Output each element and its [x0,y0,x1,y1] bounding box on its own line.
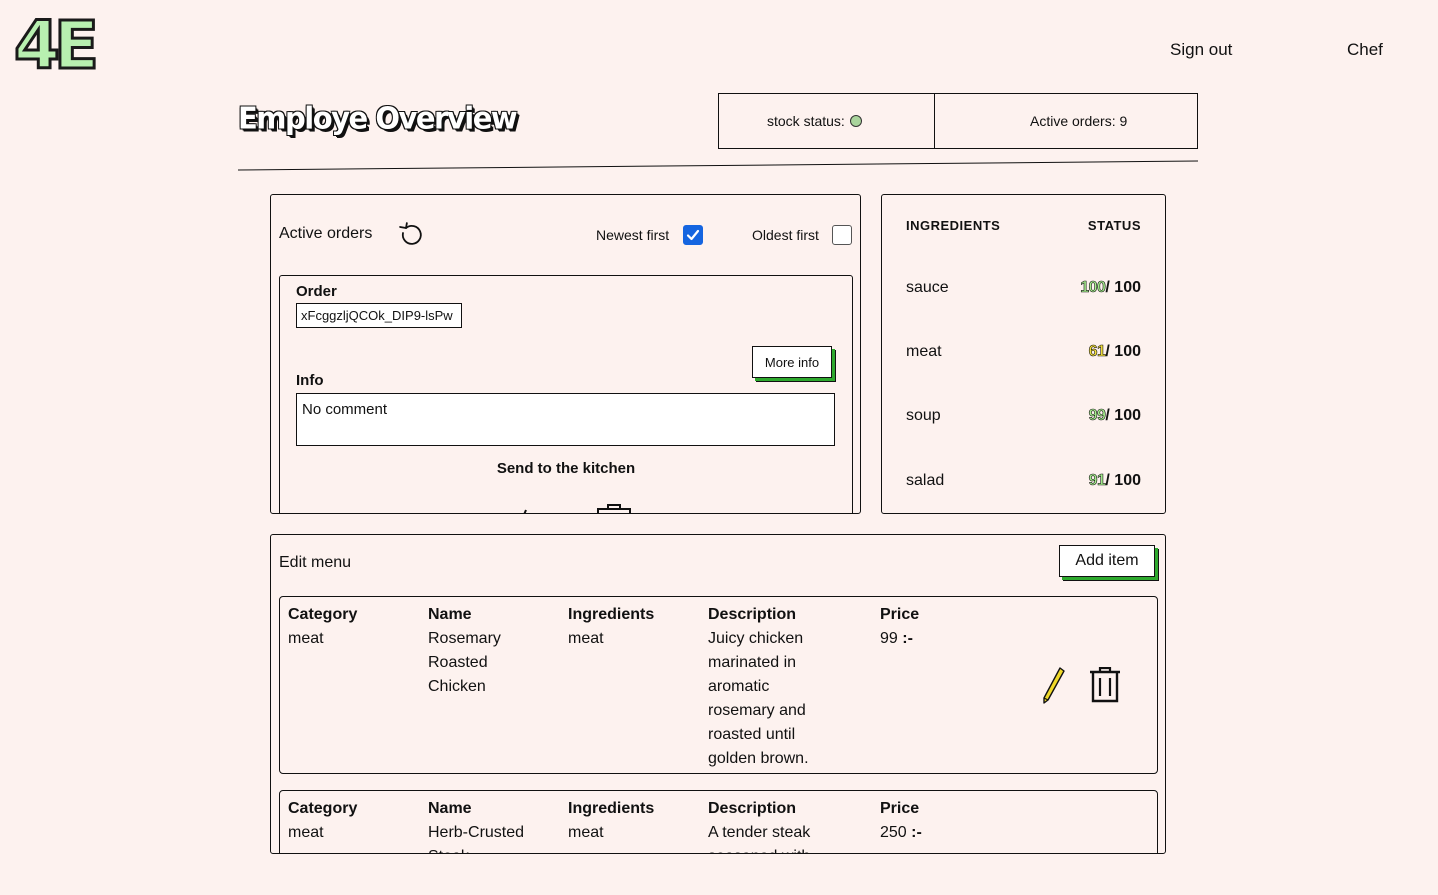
status-header: STATUS [1087,218,1141,233]
description-header: Description [708,800,797,817]
ingredient-stock: 99/ 100 [1088,407,1141,425]
logo-4e: 4E [14,10,100,74]
order-action-icons [523,504,631,513]
trash-icon[interactable] [1088,667,1122,703]
stock-status-label: stock status: [767,113,845,129]
order-id-field[interactable]: xFcggzljQCOk_DIP9-lsPw [296,303,462,328]
ingredient-name: salad [906,472,945,489]
send-to-kitchen-button[interactable]: Send to the kitchen [280,460,852,477]
newest-first-checkbox[interactable] [683,225,703,245]
item-category: meat [288,824,324,841]
pencil-icon[interactable] [1038,665,1068,705]
name-header: Name [428,800,472,817]
stock-level: 91 [1088,472,1106,490]
category-header: Category [288,800,358,817]
page-title: Employe Overview [238,100,518,136]
ingredient-row-salad: salad 91/ 100 [906,470,1141,492]
item-ingredients: meat [568,630,604,647]
price-value: 99 [880,630,898,647]
oldest-first-label: Oldest first [752,227,819,243]
price-currency: :- [911,824,922,841]
item-name: Rosemary Roasted Chicken [428,630,501,695]
category-header: Category [288,606,358,623]
info-label: Info [296,372,324,389]
ingredient-stock: 91/ 100 [1088,472,1141,490]
edit-menu-panel: Edit menu Add item Category meat Name Rose… [270,534,1166,854]
stock-max: / 100 [1105,407,1141,424]
logo-text: 4E [14,10,95,74]
user-role: Chef [1347,40,1383,59]
stock-max: / 100 [1105,343,1141,360]
item-description: A tender steak seasoned with [708,824,811,853]
item-price: 250 :- [880,821,980,845]
ingredients-header: INGREDIENTS [906,218,1001,233]
refresh-icon[interactable] [397,221,425,249]
ingredient-name: soup [906,407,941,424]
name-header: Name [428,606,472,623]
ingredient-row-soup: soup 99/ 100 [906,405,1141,427]
item-name: Herb-Crusted Steak [428,824,525,853]
item-price: 99 :- [880,627,980,651]
ingredient-row-meat: meat 61/ 100 [906,341,1141,363]
active-orders-heading: Active orders [279,225,373,242]
newest-first-label: Newest first [596,227,670,243]
price-header: Price [880,800,920,817]
stock-status: stock status: [719,94,935,148]
price-currency: :- [902,630,913,647]
trash-icon [597,504,631,513]
ingredients-panel: INGREDIENTS STATUS sauce 100/ 100 meat 6… [881,194,1166,514]
order-card: Order xFcggzljQCOk_DIP9-lsPw More info I… [279,275,853,513]
ingredient-row-sauce: sauce 100/ 100 [906,277,1141,299]
stock-level: 100 [1080,279,1106,297]
ingredient-name: meat [906,343,942,360]
order-label: Order [296,283,337,300]
header-divider [238,160,1198,171]
price-header: Price [880,606,920,623]
menu-item: Category meat Name Rosemary Roasted Chicke… [279,596,1158,774]
sign-out-link[interactable]: Sign out [1170,40,1232,60]
active-orders-count: Active orders: 9 [1030,113,1128,129]
item-description: Juicy chicken marinated in aromatic rose… [708,630,809,767]
edit-menu-title: Edit menu [279,554,352,571]
stock-level: 61 [1088,343,1106,361]
oldest-first-checkbox[interactable] [832,225,852,245]
stock-max: / 100 [1105,472,1141,489]
stock-max: / 100 [1105,279,1141,296]
active-orders-panel: Active orders Newest first Oldest first … [270,194,861,514]
ingredients-header: Ingredients [568,800,655,817]
ingredient-stock: 100/ 100 [1080,279,1141,297]
description-header: Description [708,606,797,623]
price-value: 250 [880,824,907,841]
order-info-field[interactable]: No comment [296,393,835,446]
ingredient-name: sauce [906,279,949,296]
stock-status-indicator [849,115,862,127]
item-category: meat [288,630,324,647]
ingredients-header: Ingredients [568,606,655,623]
more-info-button[interactable]: More info [752,346,832,378]
menu-item: Category meat Name Herb-Crusted Steak Ingr… [279,790,1158,853]
status-summary: stock status: Active orders: 9 [718,93,1198,149]
item-ingredients: meat [568,824,604,841]
ingredient-stock: 61/ 100 [1088,343,1141,361]
checkmark-icon [686,229,700,241]
stock-level: 99 [1088,407,1106,425]
add-item-button[interactable]: Add item [1059,545,1155,577]
pencil-icon [523,509,527,513]
